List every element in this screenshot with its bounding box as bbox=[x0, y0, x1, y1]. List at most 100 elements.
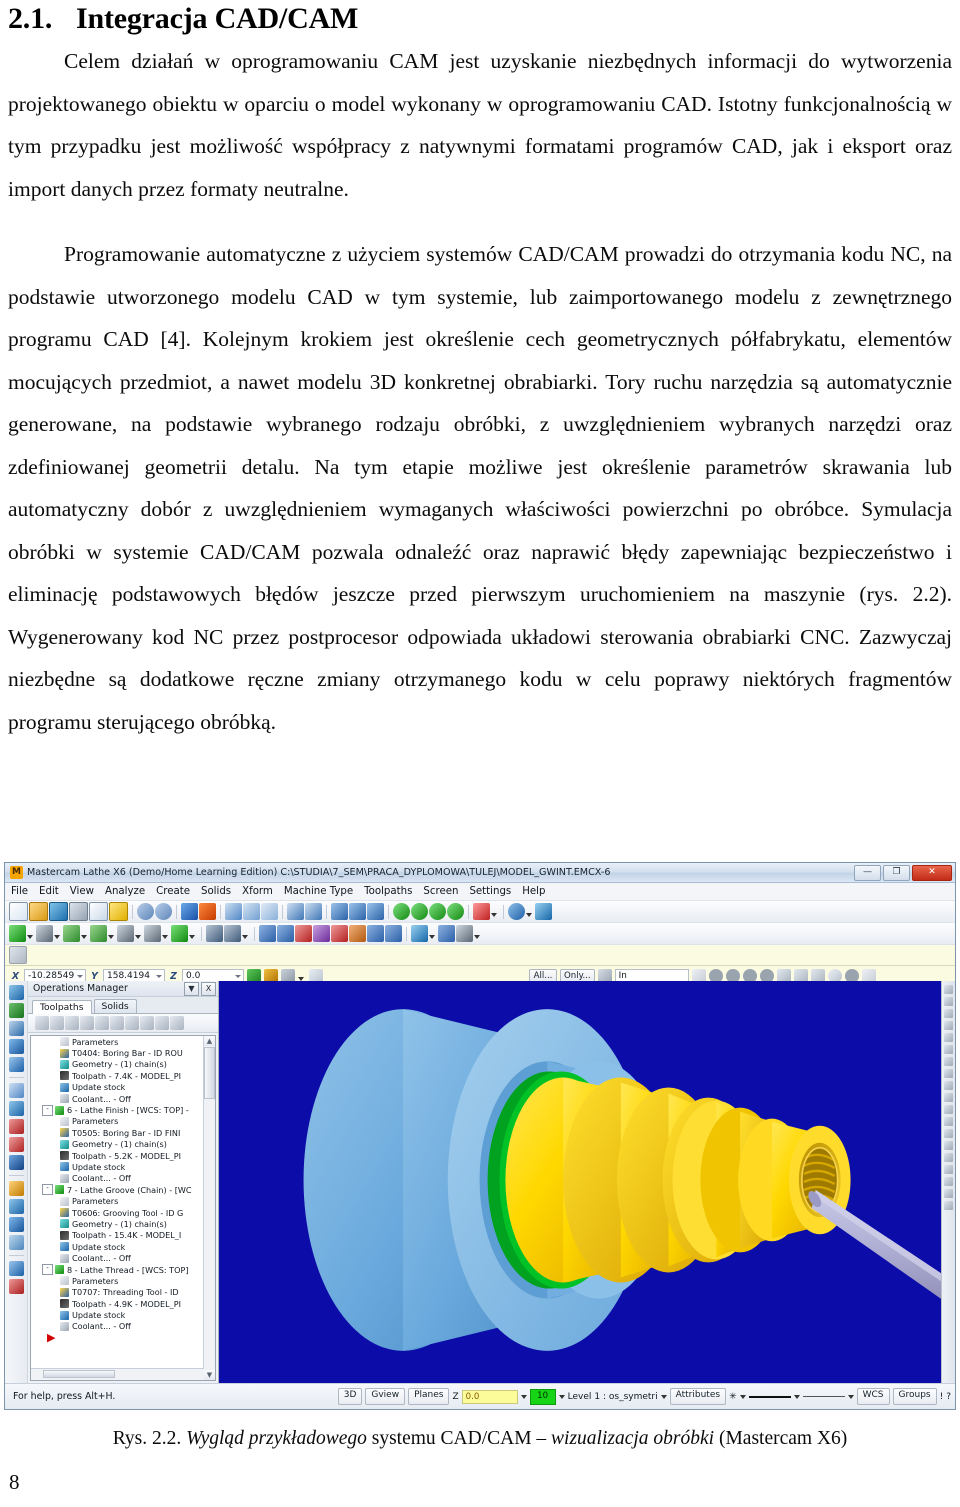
tree-row[interactable]: T0404: Boring Bar - ID ROU bbox=[31, 1047, 204, 1058]
tree-row[interactable]: Geometry - (1) chain(s) bbox=[31, 1218, 204, 1229]
tree-vertical-scrollbar[interactable]: ▲ ▼ bbox=[203, 1036, 215, 1380]
front-view-icon[interactable] bbox=[429, 903, 446, 920]
create-fillet-icon[interactable] bbox=[117, 925, 134, 942]
fit-screen-icon[interactable] bbox=[181, 903, 198, 920]
shading-icon[interactable] bbox=[508, 903, 525, 920]
tree-expander-icon[interactable]: - bbox=[42, 1184, 53, 1196]
tree-row[interactable]: - 6 - Lathe Finish - [WCS: TOP] - bbox=[31, 1104, 204, 1116]
unblank-icon[interactable] bbox=[944, 1153, 953, 1162]
menu-item-settings[interactable]: Settings bbox=[469, 886, 511, 897]
xform-nest-icon[interactable] bbox=[367, 925, 384, 942]
tree-row[interactable]: - 8 - Lathe Thread - [WCS: TOP] bbox=[31, 1264, 204, 1275]
chevron-down-icon[interactable] bbox=[660, 1394, 667, 1399]
chevron-down-icon[interactable] bbox=[108, 934, 114, 939]
tree-row[interactable]: T0505: Boring Bar - ID FINI bbox=[31, 1127, 204, 1138]
chevron-down-icon[interactable] bbox=[739, 1394, 746, 1399]
planes-button[interactable]: Planes bbox=[408, 1388, 450, 1405]
tree-row[interactable]: Parameters bbox=[31, 1275, 204, 1286]
regenerate-all-icon[interactable] bbox=[80, 1016, 94, 1030]
wireframe-icon[interactable] bbox=[944, 1129, 953, 1138]
xform-mirror-icon[interactable] bbox=[277, 925, 294, 942]
tree-row[interactable]: T0606: Grooving Tool - ID G bbox=[31, 1207, 204, 1218]
chevron-down-icon[interactable] bbox=[189, 934, 195, 939]
solid-extrude-icon[interactable] bbox=[8, 1083, 24, 1098]
zoom-selected-icon[interactable] bbox=[261, 903, 278, 920]
status-z-value[interactable]: 0.0 bbox=[461, 1389, 518, 1404]
chevron-down-icon[interactable] bbox=[156, 975, 162, 978]
tree-row[interactable]: Geometry - (1) chain(s) bbox=[31, 1139, 204, 1150]
graphics-viewport[interactable] bbox=[219, 981, 955, 1383]
toolpath-manager-icon[interactable] bbox=[8, 985, 24, 1000]
wcs-view-icon[interactable] bbox=[473, 903, 490, 920]
tree-row[interactable]: Toolpath - 15.4K - MODEL_I bbox=[31, 1230, 204, 1241]
create-arc-icon[interactable] bbox=[63, 925, 80, 942]
shading-toggle-icon[interactable] bbox=[8, 1057, 24, 1072]
import-icon[interactable] bbox=[89, 902, 108, 921]
repaint-icon[interactable] bbox=[944, 997, 953, 1006]
create-line-icon[interactable] bbox=[36, 925, 53, 942]
pan-icon[interactable] bbox=[331, 903, 348, 920]
tree-horizontal-scrollbar[interactable] bbox=[31, 1368, 204, 1380]
select-all-operations-icon[interactable] bbox=[35, 1016, 49, 1030]
xform-offset-icon[interactable] bbox=[331, 925, 348, 942]
chevron-down-icon[interactable] bbox=[162, 934, 168, 939]
backplot-icon[interactable] bbox=[110, 1016, 124, 1030]
close-button[interactable]: ✕ bbox=[912, 865, 952, 881]
analyze-icon[interactable] bbox=[944, 1165, 953, 1174]
menu-item-xform[interactable]: Xform bbox=[242, 886, 273, 897]
regenerate-icon[interactable] bbox=[65, 1016, 79, 1030]
chevron-down-icon[interactable] bbox=[847, 1394, 854, 1399]
panel-collapse-button[interactable]: ▼ bbox=[184, 981, 199, 996]
xform-scale-icon[interactable] bbox=[313, 925, 330, 942]
tree-row[interactable]: Update stock bbox=[31, 1082, 204, 1093]
pan-icon[interactable] bbox=[944, 1045, 953, 1054]
groups-button[interactable]: Groups bbox=[892, 1388, 937, 1405]
chevron-down-icon[interactable] bbox=[793, 1394, 800, 1399]
tree-row[interactable]: Parameters bbox=[31, 1195, 204, 1206]
tree-row[interactable]: Coolant... - Off bbox=[31, 1093, 204, 1104]
isometric-view-icon[interactable] bbox=[393, 903, 410, 920]
xform-project-icon[interactable] bbox=[349, 925, 366, 942]
line-style-indicator[interactable] bbox=[802, 1396, 845, 1397]
grid-settings-icon[interactable] bbox=[438, 925, 455, 942]
solid-boolean-icon[interactable] bbox=[8, 1155, 24, 1170]
chevron-down-icon[interactable] bbox=[558, 1394, 565, 1399]
top-view-icon[interactable] bbox=[411, 903, 428, 920]
front-view-icon[interactable] bbox=[944, 1093, 953, 1102]
menu-item-edit[interactable]: Edit bbox=[39, 886, 59, 897]
alert-icon[interactable]: ! bbox=[940, 1392, 944, 1402]
shade-icon[interactable] bbox=[944, 1117, 953, 1126]
h-scrollbar-thumb[interactable] bbox=[43, 1370, 115, 1378]
create-rect-icon[interactable] bbox=[90, 925, 107, 942]
solids-manager-icon[interactable] bbox=[8, 1003, 24, 1018]
toolpath-verify-icon[interactable] bbox=[8, 1235, 24, 1250]
help-wand-icon[interactable] bbox=[155, 1016, 169, 1030]
line-width-indicator[interactable] bbox=[748, 1395, 791, 1398]
menu-item-toolpaths[interactable]: Toolpaths bbox=[364, 886, 412, 897]
g1-post-icon[interactable] bbox=[125, 1016, 139, 1030]
help-icon[interactable] bbox=[944, 1201, 953, 1210]
zoom-target-icon[interactable] bbox=[243, 903, 260, 920]
trim-icon[interactable] bbox=[206, 925, 223, 942]
menu-item-file[interactable]: File bbox=[11, 886, 28, 897]
art-manager-icon[interactable] bbox=[8, 1021, 24, 1036]
menu-item-view[interactable]: View bbox=[70, 886, 94, 897]
toolpath-finish-icon[interactable] bbox=[8, 1199, 24, 1214]
panel-close-button[interactable]: X bbox=[201, 981, 216, 996]
scroll-down-arrow-icon[interactable]: ▼ bbox=[204, 1370, 215, 1380]
menu-item-create[interactable]: Create bbox=[156, 886, 190, 897]
scrollbar-thumb[interactable] bbox=[204, 1047, 215, 1099]
level-value[interactable]: 1 : os_symetri bbox=[594, 1392, 657, 1402]
toolpath-tree[interactable]: Parameters T0404: Boring Bar - ID ROU Geom… bbox=[30, 1035, 216, 1381]
point-style-icon[interactable]: ✳ bbox=[729, 1392, 737, 1402]
undo-icon[interactable] bbox=[137, 903, 154, 920]
chevron-down-icon[interactable] bbox=[27, 934, 33, 939]
chevron-down-icon[interactable] bbox=[491, 912, 497, 917]
analyze-entity-icon[interactable] bbox=[411, 925, 428, 942]
tree-row[interactable]: - 7 - Lathe Groove (Chain) - [WC bbox=[31, 1184, 204, 1196]
post-selected-icon[interactable] bbox=[140, 1016, 154, 1030]
minimize-button[interactable]: — bbox=[854, 865, 881, 881]
solid-revolve-icon[interactable] bbox=[8, 1101, 24, 1116]
view-3d-button[interactable]: 3D bbox=[337, 1388, 363, 1405]
xform-rotate-icon[interactable] bbox=[295, 925, 312, 942]
